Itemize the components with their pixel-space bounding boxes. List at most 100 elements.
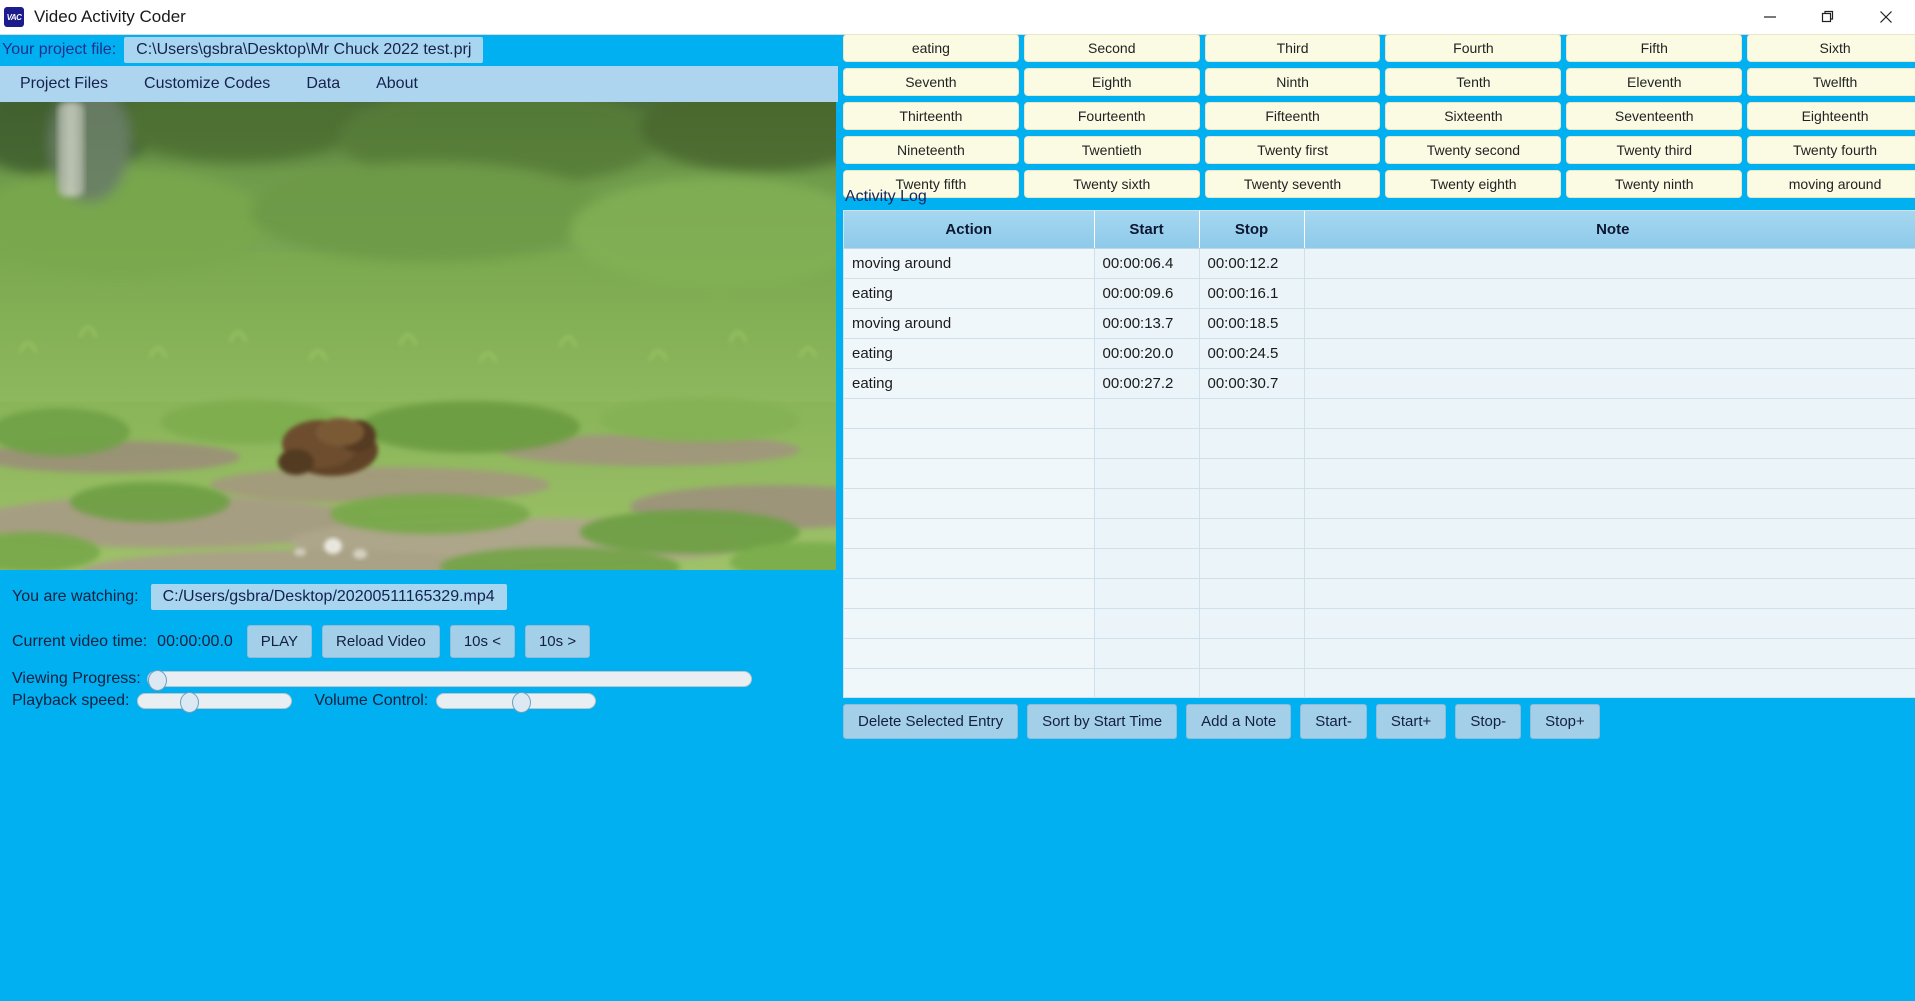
stop-minus-button[interactable]: Stop- [1455, 704, 1522, 739]
code-button-6[interactable]: Sixth [1747, 34, 1915, 62]
table-row[interactable]: moving around 00:00:13.7 00:00:18.5 [844, 308, 1915, 339]
code-button-19[interactable]: Nineteenth [843, 136, 1019, 164]
cell-start[interactable]: 00:00:20.0 [1094, 338, 1200, 369]
playback-speed-slider[interactable] [137, 692, 293, 713]
code-button-1[interactable]: eating [843, 34, 1019, 62]
cell-stop[interactable] [1199, 428, 1305, 459]
reload-video-button[interactable]: Reload Video [322, 625, 440, 658]
table-row[interactable] [844, 668, 1915, 697]
cell-note[interactable] [1304, 488, 1915, 519]
cell-stop[interactable] [1199, 668, 1305, 697]
cell-stop[interactable] [1199, 398, 1305, 429]
cell-note[interactable] [1304, 338, 1915, 369]
cell-stop[interactable] [1199, 578, 1305, 609]
code-button-2[interactable]: Second [1023, 34, 1200, 62]
cell-note[interactable] [1304, 248, 1915, 279]
table-row[interactable]: eating 00:00:20.0 00:00:24.5 [844, 338, 1915, 369]
menu-item-customize-codes[interactable]: Customize Codes [128, 71, 286, 97]
code-button-9[interactable]: Ninth [1204, 68, 1381, 96]
stop-plus-button[interactable]: Stop+ [1530, 704, 1600, 739]
cell-action[interactable]: moving around [844, 308, 1095, 339]
cell-action[interactable] [844, 668, 1095, 697]
cell-note[interactable] [1304, 668, 1915, 697]
cell-action[interactable] [844, 518, 1095, 549]
code-button-21[interactable]: Twenty first [1204, 136, 1381, 164]
cell-note[interactable] [1304, 398, 1915, 429]
forward-10s-button[interactable]: 10s > [524, 625, 591, 658]
code-button-22[interactable]: Twenty second [1385, 136, 1562, 164]
table-row[interactable] [844, 548, 1915, 579]
code-button-24[interactable]: Twenty fourth [1747, 136, 1915, 164]
cell-stop[interactable] [1199, 488, 1305, 519]
menu-item-project-files[interactable]: Project Files [4, 71, 124, 97]
column-header-start[interactable]: Start [1094, 211, 1200, 249]
cell-stop[interactable] [1199, 638, 1305, 669]
cell-note[interactable] [1304, 368, 1915, 399]
playback-speed-knob[interactable] [179, 692, 199, 713]
cell-start[interactable] [1094, 578, 1200, 609]
sort-by-start-time-button[interactable]: Sort by Start Time [1027, 704, 1178, 739]
cell-start[interactable] [1094, 638, 1200, 669]
volume-knob[interactable] [511, 692, 531, 713]
rewind-10s-button[interactable]: 10s < [449, 625, 515, 658]
volume-slider[interactable] [436, 692, 597, 713]
code-button-18[interactable]: Eighteenth [1747, 102, 1915, 130]
code-button-15[interactable]: Fifteenth [1204, 102, 1381, 130]
code-button-4[interactable]: Fourth [1385, 34, 1562, 62]
code-button-29[interactable]: Twenty ninth [1566, 170, 1743, 198]
menu-item-data[interactable]: Data [290, 71, 356, 97]
delete-selected-entry-button[interactable]: Delete Selected Entry [843, 704, 1019, 739]
cell-note[interactable] [1304, 458, 1915, 489]
cell-note[interactable] [1304, 578, 1915, 609]
code-button-23[interactable]: Twenty third [1566, 136, 1743, 164]
cell-action[interactable] [844, 608, 1095, 639]
cell-start[interactable] [1094, 428, 1200, 459]
cell-action[interactable]: eating [844, 368, 1095, 399]
cell-action[interactable] [844, 548, 1095, 579]
start-minus-button[interactable]: Start- [1300, 704, 1367, 739]
cell-note[interactable] [1304, 308, 1915, 339]
cell-note[interactable] [1304, 638, 1915, 669]
code-button-12[interactable]: Twelfth [1747, 68, 1915, 96]
code-button-8[interactable]: Eighth [1023, 68, 1200, 96]
code-button-30[interactable]: moving around [1747, 170, 1915, 198]
code-button-5[interactable]: Fifth [1566, 34, 1743, 62]
table-row[interactable] [844, 518, 1915, 549]
cell-stop[interactable]: 00:00:18.5 [1199, 308, 1305, 339]
cell-start[interactable]: 00:00:06.4 [1094, 248, 1200, 279]
cell-stop[interactable]: 00:00:24.5 [1199, 338, 1305, 369]
table-row[interactable] [844, 578, 1915, 609]
cell-action[interactable] [844, 428, 1095, 459]
viewing-progress-knob[interactable] [147, 670, 167, 691]
start-plus-button[interactable]: Start+ [1375, 704, 1447, 739]
cell-action[interactable] [844, 398, 1095, 429]
table-row[interactable] [844, 398, 1915, 429]
cell-start[interactable] [1094, 668, 1200, 697]
table-row[interactable]: eating 00:00:27.2 00:00:30.7 [844, 368, 1915, 399]
watching-path[interactable]: C:/Users/gsbra/Desktop/20200511165329.mp… [150, 584, 507, 610]
table-row[interactable]: eating 00:00:09.6 00:00:16.1 [844, 278, 1915, 309]
cell-stop[interactable] [1199, 608, 1305, 639]
cell-note[interactable] [1304, 428, 1915, 459]
cell-note[interactable] [1304, 608, 1915, 639]
code-button-10[interactable]: Tenth [1385, 68, 1562, 96]
cell-start[interactable] [1094, 398, 1200, 429]
cell-start[interactable] [1094, 518, 1200, 549]
cell-start[interactable] [1094, 548, 1200, 579]
code-button-20[interactable]: Twentieth [1023, 136, 1200, 164]
cell-action[interactable] [844, 578, 1095, 609]
cell-stop[interactable] [1199, 458, 1305, 489]
cell-start[interactable] [1094, 458, 1200, 489]
add-a-note-button[interactable]: Add a Note [1186, 704, 1292, 739]
cell-note[interactable] [1304, 548, 1915, 579]
cell-start[interactable] [1094, 608, 1200, 639]
code-button-3[interactable]: Third [1204, 34, 1381, 62]
project-file-path[interactable]: C:\Users\gsbra\Desktop\Mr Chuck 2022 tes… [124, 37, 484, 63]
code-button-17[interactable]: Seventeenth [1566, 102, 1743, 130]
close-icon[interactable] [1857, 0, 1915, 34]
menu-item-about[interactable]: About [360, 71, 434, 97]
table-row[interactable] [844, 638, 1915, 669]
cell-start[interactable]: 00:00:09.6 [1094, 278, 1200, 309]
minimize-icon[interactable] [1741, 0, 1799, 34]
table-row[interactable] [844, 428, 1915, 459]
